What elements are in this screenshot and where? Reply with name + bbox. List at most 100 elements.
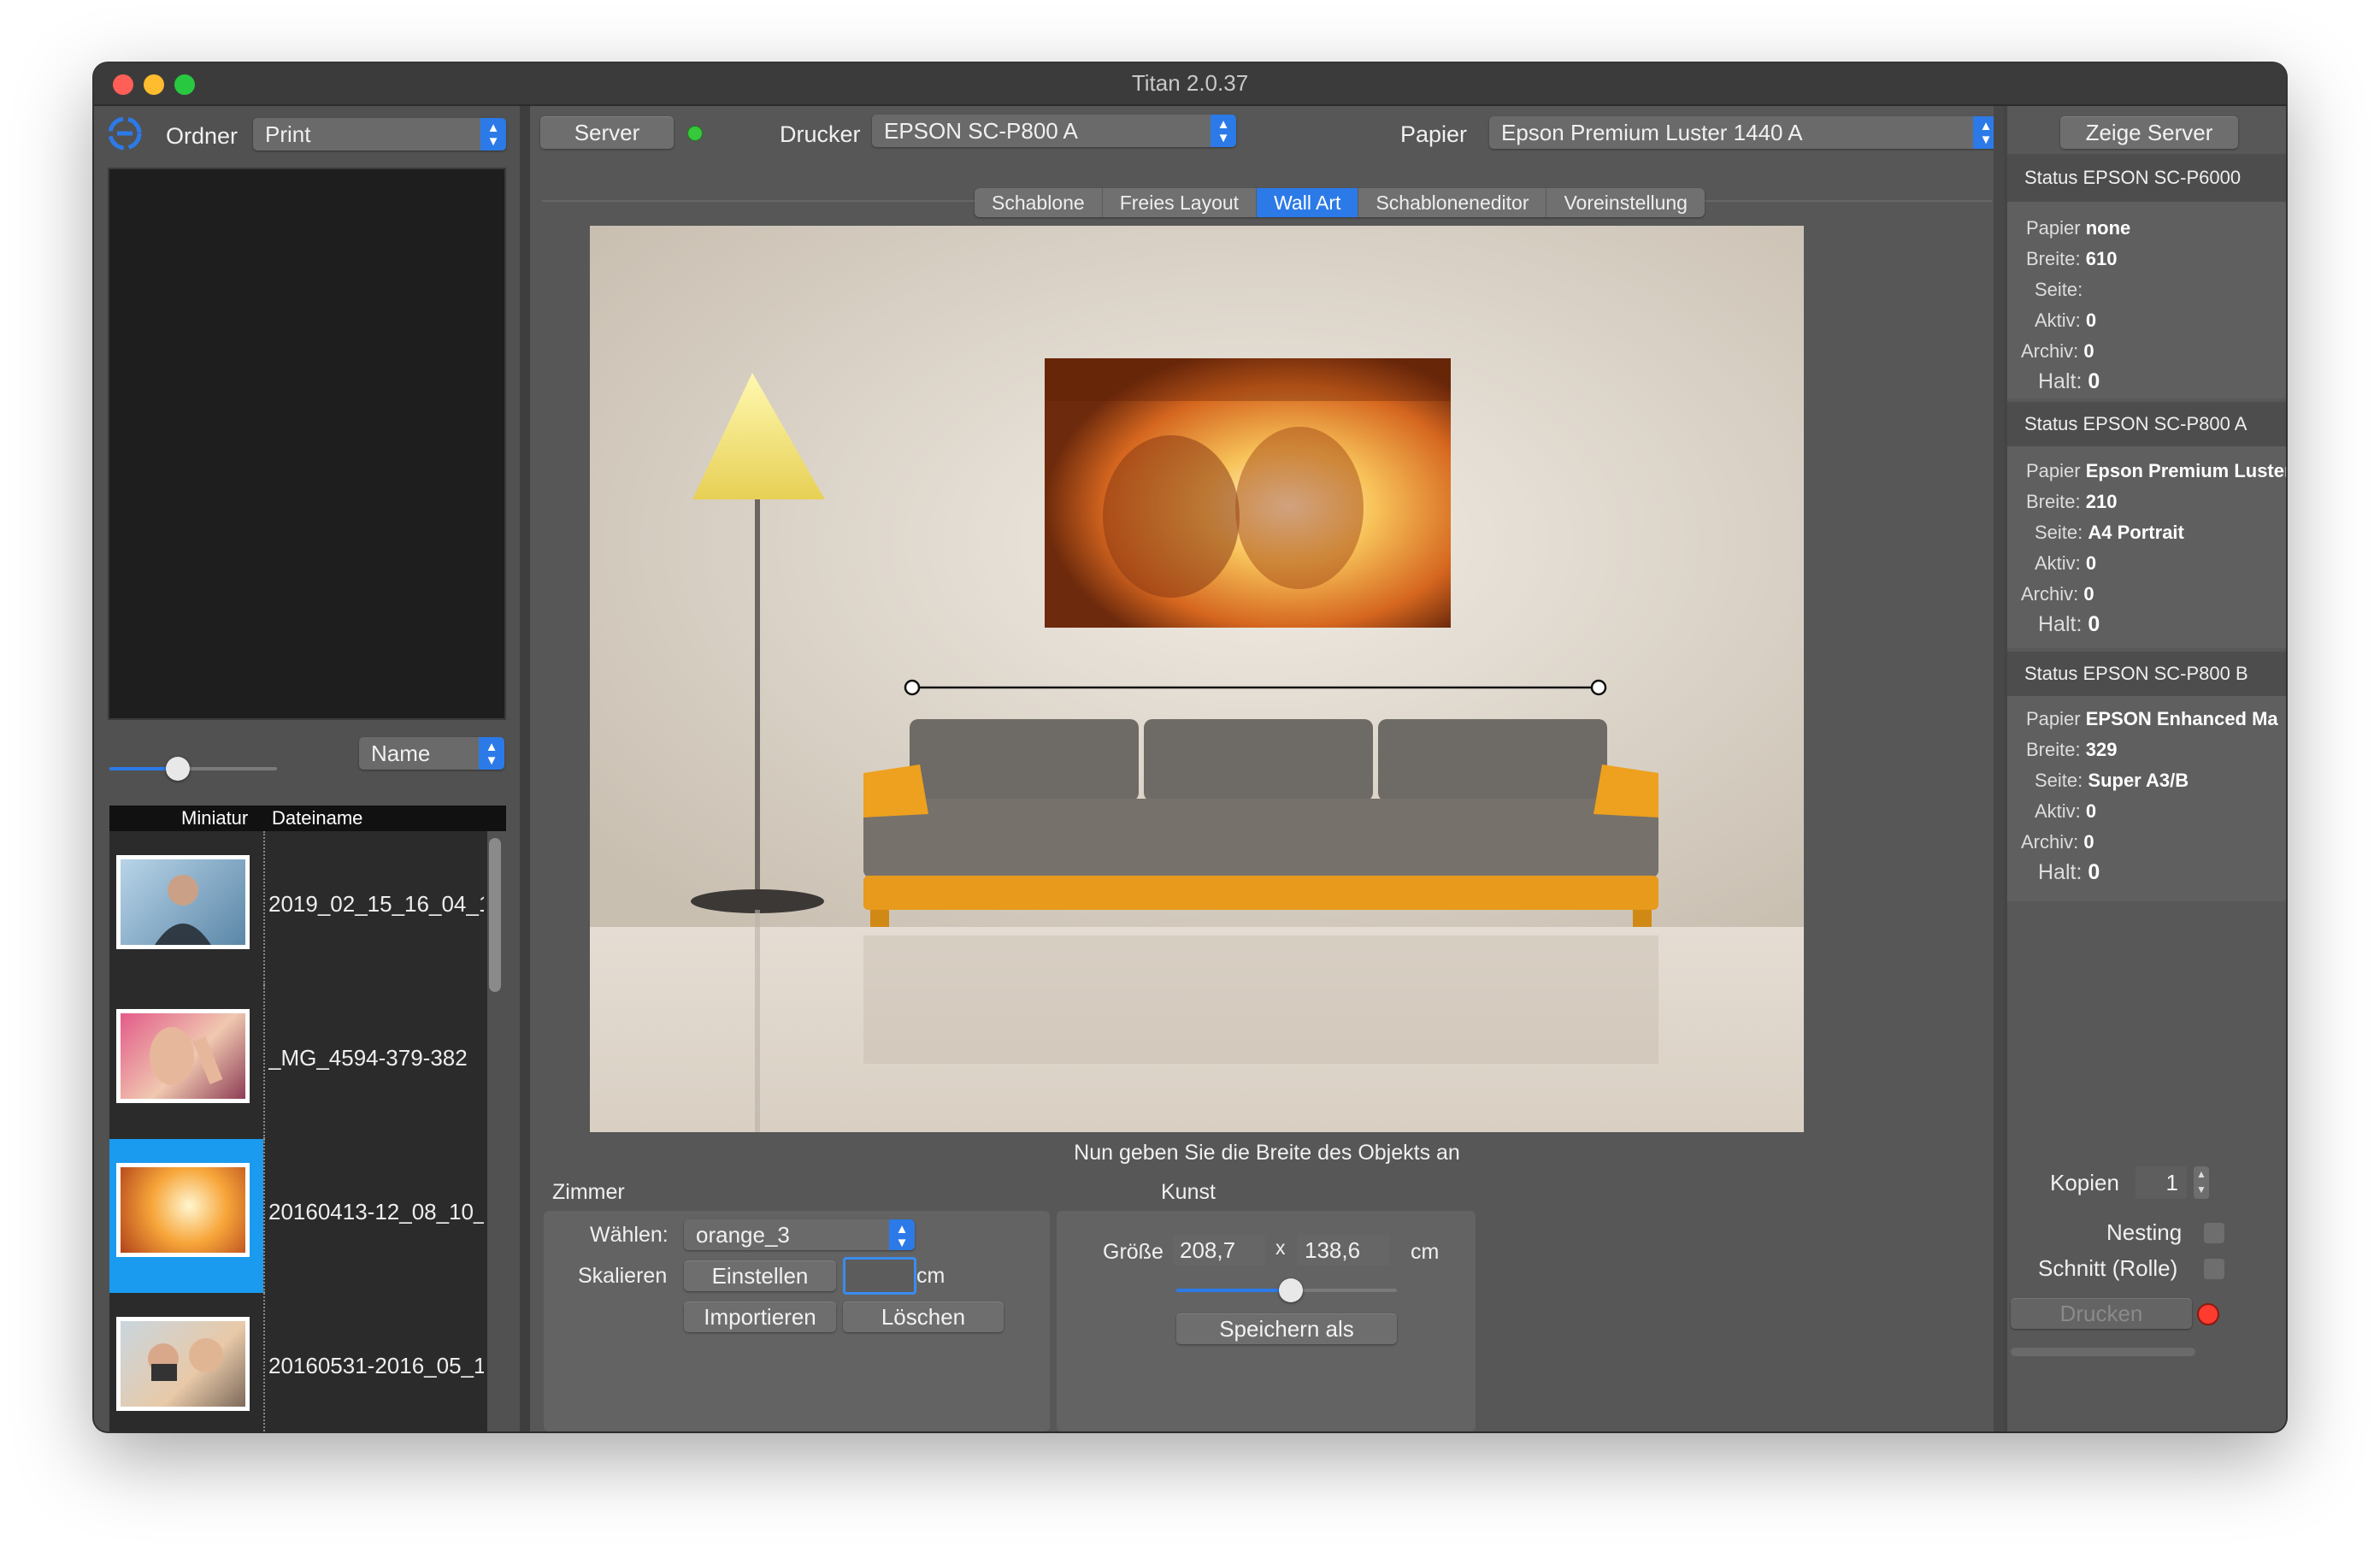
aktiv-value: 0	[2085, 310, 2097, 331]
breite-key: Breite:	[2026, 491, 2081, 512]
col-thumbnail-header[interactable]: Miniatur	[181, 806, 248, 831]
speichern-als-button[interactable]: Speichern als	[1176, 1313, 1397, 1344]
drucker-label: Drucker	[780, 121, 861, 147]
right-splitter[interactable]	[1994, 106, 2004, 1431]
waehlen-label: Wählen:	[590, 1223, 669, 1247]
halt-key: Halt:	[2038, 612, 2082, 636]
hint-text: Nun geben Sie die Breite des Objekts an	[1074, 1141, 1460, 1165]
app-window: Titan 2.0.37 Ordner Print ▲ ▼ Name ▲ ▼ Min…	[94, 63, 2286, 1431]
file-thumbnail	[116, 1163, 250, 1257]
zeige-server-button[interactable]: Zeige Server	[2060, 116, 2238, 149]
status-box-p800a: Papier Epson Premium Luster Breite: 210 …	[2007, 446, 2286, 648]
nesting-label: Nesting	[2106, 1219, 2183, 1245]
kunst-title: Kunst	[1161, 1180, 1216, 1204]
print-status-light	[2197, 1303, 2219, 1325]
archiv-value: 0	[2083, 831, 2094, 853]
importieren-button[interactable]: Importieren	[684, 1301, 836, 1332]
breite-key: Breite:	[2026, 739, 2081, 760]
file-name: _MG_4594-379-382	[268, 1045, 468, 1071]
halt-value: 0	[2088, 612, 2100, 636]
room-select[interactable]: orange_3 ▲ ▼	[684, 1219, 915, 1250]
sort-select[interactable]: Name ▲ ▼	[359, 737, 504, 770]
nesting-checkbox[interactable]	[2204, 1223, 2224, 1243]
art-height-input[interactable]: 138,6	[1298, 1235, 1390, 1266]
kopien-input[interactable]: 1	[2136, 1166, 2187, 1199]
papier-key: Papier	[2026, 708, 2081, 729]
print-progress-bar	[2011, 1348, 2195, 1356]
seite-key: Seite:	[2035, 279, 2083, 300]
times-sign: x	[1275, 1236, 1286, 1259]
papier-key: Papier	[2026, 217, 2081, 239]
papier-value: Epson Premium Luster	[2085, 460, 2286, 481]
drucken-button[interactable]: Drucken	[2011, 1298, 2192, 1329]
scale-unit: cm	[916, 1264, 946, 1288]
tab-schabloneneditor[interactable]: Schabloneneditor	[1358, 188, 1547, 217]
folder-preview	[108, 168, 506, 720]
slider-knob[interactable]	[166, 757, 190, 781]
breite-value: 610	[2085, 248, 2118, 269]
aktiv-key: Aktiv:	[2035, 310, 2081, 331]
skalieren-label: Skalieren	[578, 1264, 668, 1288]
status-box-p800b: Papier EPSON Enhanced Ma Breite: 329 Sei…	[2007, 696, 2286, 901]
art-size-slider[interactable]	[1176, 1276, 1397, 1305]
room-value: orange_3	[696, 1222, 790, 1248]
left-panel: Ordner Print ▲ ▼ Name ▲ ▼ Miniatur Dateina…	[94, 106, 520, 1431]
papier-value: none	[2085, 217, 2131, 239]
slider-knob[interactable]	[1279, 1278, 1303, 1302]
status-header-p800b: Status EPSON SC-P800 B	[2007, 652, 2286, 696]
kopien-stepper[interactable]: ▲ ▼	[2194, 1166, 2209, 1199]
kopien-label: Kopien	[2050, 1170, 2119, 1195]
chevron-updown-icon: ▲ ▼	[1211, 115, 1236, 147]
art-width-input[interactable]: 208,7	[1173, 1235, 1265, 1266]
thumb-size-slider[interactable]	[109, 754, 277, 783]
seite-key: Seite:	[2035, 522, 2083, 543]
chevron-updown-icon: ▲ ▼	[889, 1219, 915, 1250]
file-row[interactable]: 2019_02_15_16_04_19	[109, 831, 487, 985]
file-row-selected[interactable]: 20160413-12_08_10_	[109, 1139, 487, 1293]
file-row[interactable]: _MG_4594-379-382	[109, 985, 487, 1139]
papier-label: Papier	[1400, 121, 1468, 147]
title-bar: Titan 2.0.37	[94, 63, 2286, 106]
app-logo-icon	[108, 116, 142, 150]
halt-key: Halt:	[2038, 860, 2082, 884]
halt-key: Halt:	[2038, 369, 2082, 393]
breite-key: Breite:	[2026, 248, 2081, 269]
drucker-value: EPSON SC-P800 A	[884, 118, 1078, 144]
aktiv-key: Aktiv:	[2035, 552, 2081, 574]
left-splitter[interactable]	[520, 106, 530, 1431]
tab-voreinstellung[interactable]: Voreinstellung	[1546, 188, 1705, 217]
status-header-p800a: Status EPSON SC-P800 A	[2007, 402, 2286, 446]
file-name: 20160413-12_08_10_	[268, 1199, 484, 1225]
papier-select[interactable]: Epson Premium Luster 1440 A ▲ ▼	[1489, 116, 1999, 149]
seite-value: A4 Portrait	[2088, 522, 2184, 543]
tab-freies-layout[interactable]: Freies Layout	[1103, 188, 1258, 217]
art-size-unit: cm	[1411, 1240, 1440, 1264]
file-name: 20160531-2016_05_1	[268, 1353, 484, 1378]
schnitt-label: Schnitt (Rolle)	[2038, 1255, 2178, 1281]
loeschen-button[interactable]: Löschen	[843, 1301, 1004, 1332]
seite-value: Super A3/B	[2088, 770, 2189, 791]
room-preview[interactable]	[590, 226, 1804, 1132]
ordner-select[interactable]: Print ▲ ▼	[253, 118, 506, 150]
file-list-scrollbar[interactable]	[489, 838, 501, 992]
chevron-updown-icon: ▲ ▼	[479, 737, 504, 770]
file-name: 2019_02_15_16_04_19	[268, 891, 484, 917]
room-scene	[590, 226, 1804, 1132]
ordner-label: Ordner	[166, 123, 239, 149]
file-table-header: Miniatur Dateiname	[109, 806, 506, 831]
papier-value: Epson Premium Luster 1440 A	[1501, 120, 1803, 145]
halt-value: 0	[2088, 369, 2100, 393]
drucker-select[interactable]: EPSON SC-P800 A ▲ ▼	[872, 115, 1236, 147]
aktiv-value: 0	[2085, 552, 2097, 574]
col-filename-header[interactable]: Dateiname	[272, 806, 362, 831]
server-button[interactable]: Server	[540, 116, 674, 149]
schnitt-checkbox[interactable]	[2204, 1259, 2224, 1279]
papier-key: Papier	[2026, 460, 2081, 481]
einstellen-button[interactable]: Einstellen	[684, 1260, 836, 1291]
file-row[interactable]: 20160531-2016_05_1	[109, 1293, 487, 1431]
tab-schablone[interactable]: Schablone	[975, 188, 1103, 217]
archiv-value: 0	[2083, 340, 2094, 362]
chevron-updown-icon: ▲ ▼	[480, 118, 506, 150]
scale-cm-input[interactable]	[843, 1257, 916, 1295]
tab-wall-art[interactable]: Wall Art	[1257, 188, 1359, 217]
